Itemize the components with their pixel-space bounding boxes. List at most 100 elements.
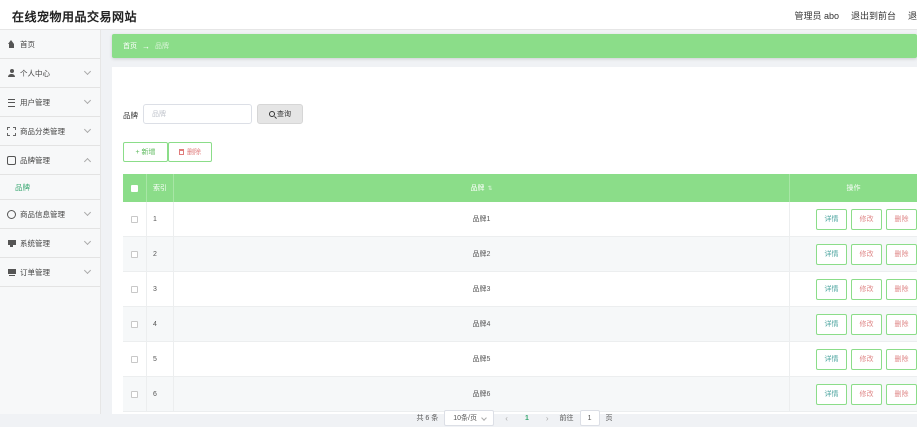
submenu-item-brand[interactable]: 品牌 <box>0 175 100 200</box>
batch-delete-button[interactable]: 删除 <box>168 142 212 162</box>
row-ops: 详情 修改 删除 <box>790 342 917 376</box>
site-title: 在线宠物用品交易网站 <box>12 10 138 24</box>
breadcrumb-separator: → <box>142 41 150 51</box>
row-checkbox[interactable] <box>131 285 138 293</box>
chevron-down-icon <box>83 125 92 134</box>
page-size-select[interactable]: 10条/页 <box>444 410 495 426</box>
delete-button[interactable]: 删除 <box>886 278 917 300</box>
search-label: 品牌 <box>123 111 138 120</box>
header-actions: 管理员 abo 退出到前台 退 <box>794 9 917 22</box>
header-brand[interactable]: 品牌 ⇅ <box>174 174 790 202</box>
delete-button[interactable]: 删除 <box>886 243 917 265</box>
header-brand-label: 品牌 <box>470 185 485 192</box>
detail-button[interactable]: 详情 <box>816 243 847 265</box>
header-index: 索引 <box>147 174 174 202</box>
detail-button[interactable]: 详情 <box>816 278 847 300</box>
sidebar-item-home[interactable]: 首页 <box>0 30 100 59</box>
row-checkbox[interactable] <box>131 390 138 398</box>
header-ops: 操作 <box>846 185 861 192</box>
row-index: 1 <box>147 202 174 236</box>
chevron-down-icon <box>83 237 92 246</box>
detail-button[interactable]: 详情 <box>816 348 847 370</box>
row-ops: 详情 修改 删除 <box>790 237 917 271</box>
row-brand: 品牌3 <box>174 272 790 306</box>
edit-button[interactable]: 修改 <box>851 208 882 230</box>
row-index: 4 <box>147 307 174 341</box>
sidebar-item-label: 个人中心 <box>20 68 50 78</box>
chevron-up-icon <box>83 157 92 166</box>
logout-link[interactable]: 退 <box>908 9 917 22</box>
row-checkbox-cell <box>123 342 147 376</box>
table-header: 索引 品牌 ⇅ 操作 <box>123 174 917 202</box>
breadcrumb-home[interactable]: 首页 <box>123 41 137 51</box>
delete-button[interactable]: 删除 <box>886 208 917 230</box>
edit-button[interactable]: 修改 <box>851 313 882 335</box>
main-area: 首页 → 品牌 品牌 品牌 查询 + 新增 删除 索引 品牌 ⇅ 操作 1 品牌… <box>112 30 917 426</box>
search-icon <box>269 111 275 117</box>
detail-button[interactable]: 详情 <box>816 208 847 230</box>
sidebar-item-users[interactable]: 用户管理 <box>0 88 100 117</box>
sidebar-item-brand[interactable]: 品牌管理 <box>0 146 100 175</box>
sidebar-item-label: 商品分类管理 <box>20 126 65 136</box>
row-ops: 详情 修改 删除 <box>790 307 917 341</box>
list-icon <box>7 98 16 107</box>
chevron-down-icon <box>83 67 92 76</box>
sidebar-item-category[interactable]: 商品分类管理 <box>0 117 100 146</box>
mouse-cursor-icon <box>128 164 136 174</box>
breadcrumb-current: 品牌 <box>155 43 169 50</box>
chevron-down-icon <box>83 96 92 105</box>
table-row: 5 品牌5 详情 修改 删除 <box>123 342 917 377</box>
sidebar-item-orders[interactable]: 订单管理 <box>0 258 100 287</box>
sidebar-item-label: 订单管理 <box>20 267 50 277</box>
sidebar-item-system[interactable]: 系统管理 <box>0 229 100 258</box>
row-checkbox[interactable] <box>131 320 138 328</box>
row-index: 3 <box>147 272 174 306</box>
edit-button[interactable]: 修改 <box>851 348 882 370</box>
query-button-label: 查询 <box>277 111 291 118</box>
brand-table: 索引 品牌 ⇅ 操作 1 品牌1 详情 修改 删除 2 品牌2 详情 修改 删除… <box>123 174 917 412</box>
query-button[interactable]: 查询 <box>257 104 303 124</box>
sidebar-item-label: 品牌管理 <box>20 155 50 165</box>
current-page[interactable]: 1 <box>519 415 535 422</box>
frame-icon <box>7 126 16 136</box>
delete-button[interactable]: 删除 <box>886 313 917 335</box>
sidebar-item-profile[interactable]: 个人中心 <box>0 59 100 88</box>
row-checkbox-cell <box>123 202 147 236</box>
sidebar-item-label: 首页 <box>20 39 35 49</box>
delete-button[interactable]: 删除 <box>886 348 917 370</box>
delete-button[interactable]: 删除 <box>886 383 917 405</box>
sort-icon[interactable]: ⇅ <box>487 185 492 192</box>
search-input[interactable]: 品牌 <box>143 104 252 124</box>
row-checkbox-cell <box>123 272 147 306</box>
globe-icon <box>7 209 16 219</box>
row-index: 6 <box>147 377 174 411</box>
row-checkbox[interactable] <box>131 215 138 223</box>
admin-label: 管理员 abo <box>794 11 839 21</box>
row-checkbox[interactable] <box>131 355 138 363</box>
row-ops: 详情 修改 删除 <box>790 377 917 411</box>
row-index: 5 <box>147 342 174 376</box>
row-checkbox-cell <box>123 237 147 271</box>
row-brand: 品牌6 <box>174 377 790 411</box>
table-row: 6 品牌6 详情 修改 删除 <box>123 377 917 412</box>
edit-button[interactable]: 修改 <box>851 383 882 405</box>
table-row: 3 品牌3 详情 修改 删除 <box>123 272 917 307</box>
sidebar-item-goods[interactable]: 商品信息管理 <box>0 200 100 229</box>
goto-page-input[interactable]: 1 <box>579 410 600 426</box>
add-button[interactable]: + 新增 <box>123 142 168 162</box>
edit-button[interactable]: 修改 <box>851 278 882 300</box>
batch-delete-label: 删除 <box>187 149 201 156</box>
row-ops: 详情 修改 删除 <box>790 272 917 306</box>
row-checkbox-cell <box>123 377 147 411</box>
detail-button[interactable]: 详情 <box>816 313 847 335</box>
user-icon <box>7 68 16 78</box>
content-panel: 品牌 品牌 查询 + 新增 删除 索引 品牌 ⇅ 操作 1 品牌1 详情 修改 … <box>112 67 917 426</box>
select-all-checkbox[interactable] <box>131 184 138 192</box>
edit-button[interactable]: 修改 <box>851 243 882 265</box>
row-brand: 品牌4 <box>174 307 790 341</box>
prev-page-button[interactable]: ‹ <box>500 414 513 423</box>
detail-button[interactable]: 详情 <box>816 383 847 405</box>
row-checkbox[interactable] <box>131 250 138 258</box>
back-to-front-link[interactable]: 退出到前台 <box>851 9 896 22</box>
next-page-button[interactable]: › <box>541 414 554 423</box>
